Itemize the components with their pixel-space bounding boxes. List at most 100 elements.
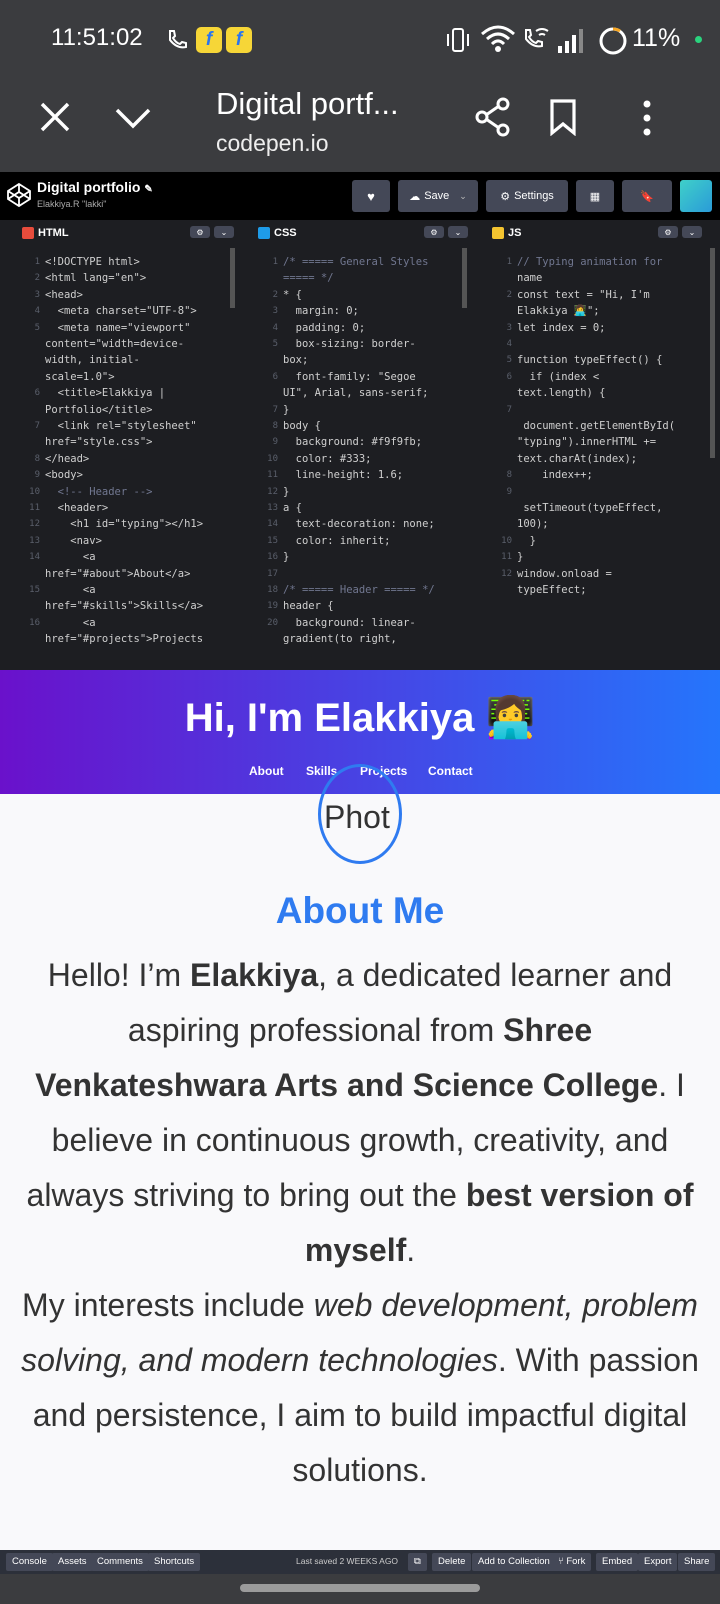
code-line[interactable]: <!-- Header --> <box>45 484 153 500</box>
chevron-down-icon[interactable]: ⌄ <box>682 226 702 238</box>
code-line[interactable]: } <box>283 402 289 418</box>
code-line[interactable]: box; <box>283 352 308 368</box>
code-line[interactable]: /* ===== General Styles <box>283 254 428 270</box>
settings-button[interactable]: ⚙ Settings <box>486 180 568 212</box>
code-line[interactable]: content="width=device- <box>45 336 184 352</box>
shortcuts-button[interactable]: Shortcuts <box>148 1553 201 1571</box>
code-line[interactable]: gradient(to right, <box>283 631 397 647</box>
nav-contact[interactable]: Contact <box>428 764 473 778</box>
code-line[interactable]: } <box>517 533 536 549</box>
share-icon[interactable] <box>474 97 512 137</box>
home-gesture-bar[interactable] <box>240 1584 480 1592</box>
code-line[interactable]: href="#about">About</a> <box>45 566 190 582</box>
code-line[interactable]: name <box>517 270 542 286</box>
code-line[interactable]: color: inherit; <box>283 533 391 549</box>
code-line[interactable]: box-sizing: border- <box>283 336 416 352</box>
code-line[interactable]: Portfolio</title> <box>45 402 152 418</box>
pen-author[interactable]: Elakkiya.R "lakki" <box>37 199 106 209</box>
chevron-down-icon[interactable]: ⌄ <box>459 191 467 202</box>
code-line[interactable]: "typing").innerHTML += <box>517 434 656 450</box>
code-line[interactable]: <meta charset="UTF-8"> <box>45 303 197 319</box>
code-line[interactable]: </head> <box>45 451 89 467</box>
code-line[interactable]: <head> <box>45 287 83 303</box>
code-line[interactable]: 100); <box>517 516 549 532</box>
code-line[interactable]: href="style.css"> <box>45 434 152 450</box>
code-line[interactable]: * { <box>283 287 302 303</box>
embed-button[interactable]: Embed <box>596 1553 639 1571</box>
code-line[interactable]: <a <box>45 582 96 598</box>
code-line[interactable]: UI", Arial, sans-serif; <box>283 385 428 401</box>
scrollbar[interactable] <box>462 248 467 308</box>
close-icon[interactable] <box>38 100 72 134</box>
code-line[interactable]: font-family: "Segoe <box>283 369 416 385</box>
code-line[interactable]: <a <box>45 615 96 631</box>
scrollbar[interactable] <box>710 248 715 458</box>
code-line[interactable]: <header> <box>45 500 109 516</box>
code-line[interactable]: const text = "Hi, I'm <box>517 287 650 303</box>
scrollbar[interactable] <box>230 248 235 308</box>
code-line[interactable]: /* ===== Header ===== */ <box>283 582 435 598</box>
fork-button[interactable]: ⑂ Fork <box>552 1553 592 1571</box>
chevron-down-icon[interactable]: ⌄ <box>214 226 234 238</box>
edit-pencil-icon[interactable]: ✎ <box>144 184 152 195</box>
code-line[interactable]: header { <box>283 598 334 614</box>
code-line[interactable]: typeEffect; <box>517 582 587 598</box>
code-line[interactable]: padding: 0; <box>283 320 366 336</box>
code-line[interactable]: <html lang="en"> <box>45 270 146 286</box>
code-line[interactable]: text.charAt(index); <box>517 451 637 467</box>
open-external-button[interactable]: ⧉ <box>408 1553 427 1571</box>
bookmark-pen-button[interactable]: 🔖 <box>622 180 672 212</box>
code-line[interactable]: <a <box>45 549 96 565</box>
code-line[interactable]: scale=1.0"> <box>45 369 115 385</box>
editor-settings-button[interactable]: ⚙ <box>658 226 678 238</box>
code-line[interactable]: index++; <box>517 467 593 483</box>
code-line[interactable]: <meta name="viewport" <box>45 320 191 336</box>
pen-title[interactable]: Digital portfolio ✎ <box>37 179 153 195</box>
code-line[interactable]: if (index < <box>517 369 600 385</box>
code-line[interactable]: function typeEffect() { <box>517 352 662 368</box>
delete-button[interactable]: Delete <box>432 1553 472 1571</box>
tab-html[interactable]: HTML <box>10 220 90 246</box>
code-line[interactable]: body { <box>283 418 321 434</box>
code-line[interactable]: let index = 0; <box>517 320 606 336</box>
add-to-collection-button[interactable]: Add to Collection <box>472 1553 556 1571</box>
code-line[interactable]: text.length) { <box>517 385 606 401</box>
code-line[interactable]: background: #f9f9fb; <box>283 434 422 450</box>
editor-settings-button[interactable]: ⚙ <box>190 226 210 238</box>
code-line[interactable]: text-decoration: none; <box>283 516 435 532</box>
code-line[interactable]: line-height: 1.6; <box>283 467 403 483</box>
js-editor[interactable]: JS ⚙ ⌄ 1 // Typing animation for name 2 cons… <box>482 220 720 670</box>
tab-css[interactable]: CSS <box>248 220 328 246</box>
code-line[interactable]: <!DOCTYPE html> <box>45 254 140 270</box>
share-button[interactable]: Share <box>678 1553 716 1571</box>
code-line[interactable]: } <box>517 549 523 565</box>
code-line[interactable]: width, initial- <box>45 352 140 368</box>
code-line[interactable]: href="#skills">Skills</a> <box>45 598 203 614</box>
code-line[interactable]: } <box>283 549 289 565</box>
code-line[interactable]: Elakkiya 👩‍💻"; <box>517 303 600 319</box>
code-line[interactable]: a { <box>283 500 302 516</box>
chevron-down-icon[interactable] <box>114 106 152 130</box>
code-line[interactable]: color: #333; <box>283 451 372 467</box>
export-button[interactable]: Export <box>638 1553 678 1571</box>
code-line[interactable]: } <box>283 484 289 500</box>
tab-js[interactable]: JS <box>482 220 562 246</box>
code-line[interactable]: href="#projects">Projects <box>45 631 203 647</box>
avatar[interactable] <box>680 180 712 212</box>
css-editor[interactable]: CSS ⚙ ⌄ 1 /* ===== General Styles ===== */… <box>248 220 478 670</box>
code-line[interactable]: document.getElementById( <box>517 418 675 434</box>
code-line[interactable]: <h1 id="typing"></h1> <box>45 516 203 532</box>
code-line[interactable]: <nav> <box>45 533 102 549</box>
code-line[interactable]: // Typing animation for <box>517 254 662 270</box>
code-line[interactable]: margin: 0; <box>283 303 359 319</box>
code-line[interactable]: window.onload = <box>517 566 612 582</box>
save-button[interactable]: ☁ Save ⌄ <box>398 180 478 212</box>
comments-button[interactable]: Comments <box>91 1553 149 1571</box>
codepen-logo-icon[interactable] <box>6 182 32 208</box>
code-line[interactable]: setTimeout(typeEffect, <box>517 500 662 516</box>
bookmark-icon[interactable] <box>548 98 578 136</box>
code-line[interactable]: <link rel="stylesheet" <box>45 418 197 434</box>
assets-button[interactable]: Assets <box>52 1553 93 1571</box>
code-line[interactable]: background: linear- <box>283 615 416 631</box>
code-line[interactable]: <body> <box>45 467 83 483</box>
